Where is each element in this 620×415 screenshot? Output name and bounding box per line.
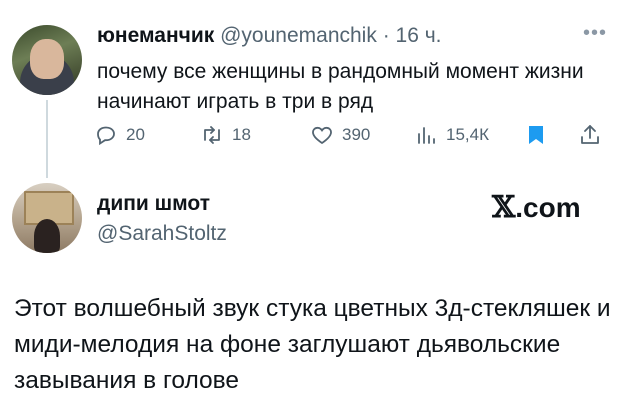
bookmark-button[interactable] — [524, 123, 548, 147]
retweet-count: 18 — [232, 125, 251, 144]
like-count: 390 — [342, 125, 371, 144]
bookmark-icon — [529, 126, 543, 144]
timestamp[interactable]: 16 ч. — [396, 24, 442, 47]
heart-icon — [312, 126, 332, 145]
like-button[interactable]: 390 — [310, 123, 370, 147]
views-button[interactable]: 15,4К — [414, 123, 489, 147]
share-icon — [581, 125, 599, 144]
share-button[interactable] — [578, 123, 602, 147]
more-dots-icon[interactable]: ••• — [583, 22, 607, 45]
retweet-icon — [204, 126, 220, 144]
x-logo-icon: 𝕏 — [492, 190, 516, 225]
reply-author-handle[interactable]: @SarahStoltz — [97, 222, 227, 246]
brand-domain: .com — [515, 192, 581, 223]
reply-text: Этот волшебный звук стука цветных 3д-сте… — [14, 295, 611, 394]
author-name[interactable]: юнеманчик — [97, 24, 214, 47]
xcom-logo: 𝕏.com — [492, 190, 581, 225]
author-handle[interactable]: @younemanchik — [220, 24, 377, 47]
tweet-text: почему все женщины в рандомный момент жи… — [97, 60, 584, 113]
reply-button[interactable]: 20 — [94, 123, 145, 147]
reply-count: 20 — [126, 125, 145, 144]
retweet-button[interactable]: 18 — [200, 123, 251, 147]
action-bar: 20 18 390 15,4К — [0, 122, 620, 148]
reply-icon — [97, 126, 115, 146]
tweet-header: юнеманчик @younemanchik · 16 ч. — [97, 24, 442, 48]
separator: · — [382, 24, 390, 47]
views-icon — [418, 127, 435, 144]
avatar[interactable] — [12, 183, 82, 253]
views-count: 15,4К — [446, 125, 489, 144]
avatar[interactable] — [12, 25, 82, 95]
reply-author-name[interactable]: дипи шмот — [97, 192, 210, 216]
